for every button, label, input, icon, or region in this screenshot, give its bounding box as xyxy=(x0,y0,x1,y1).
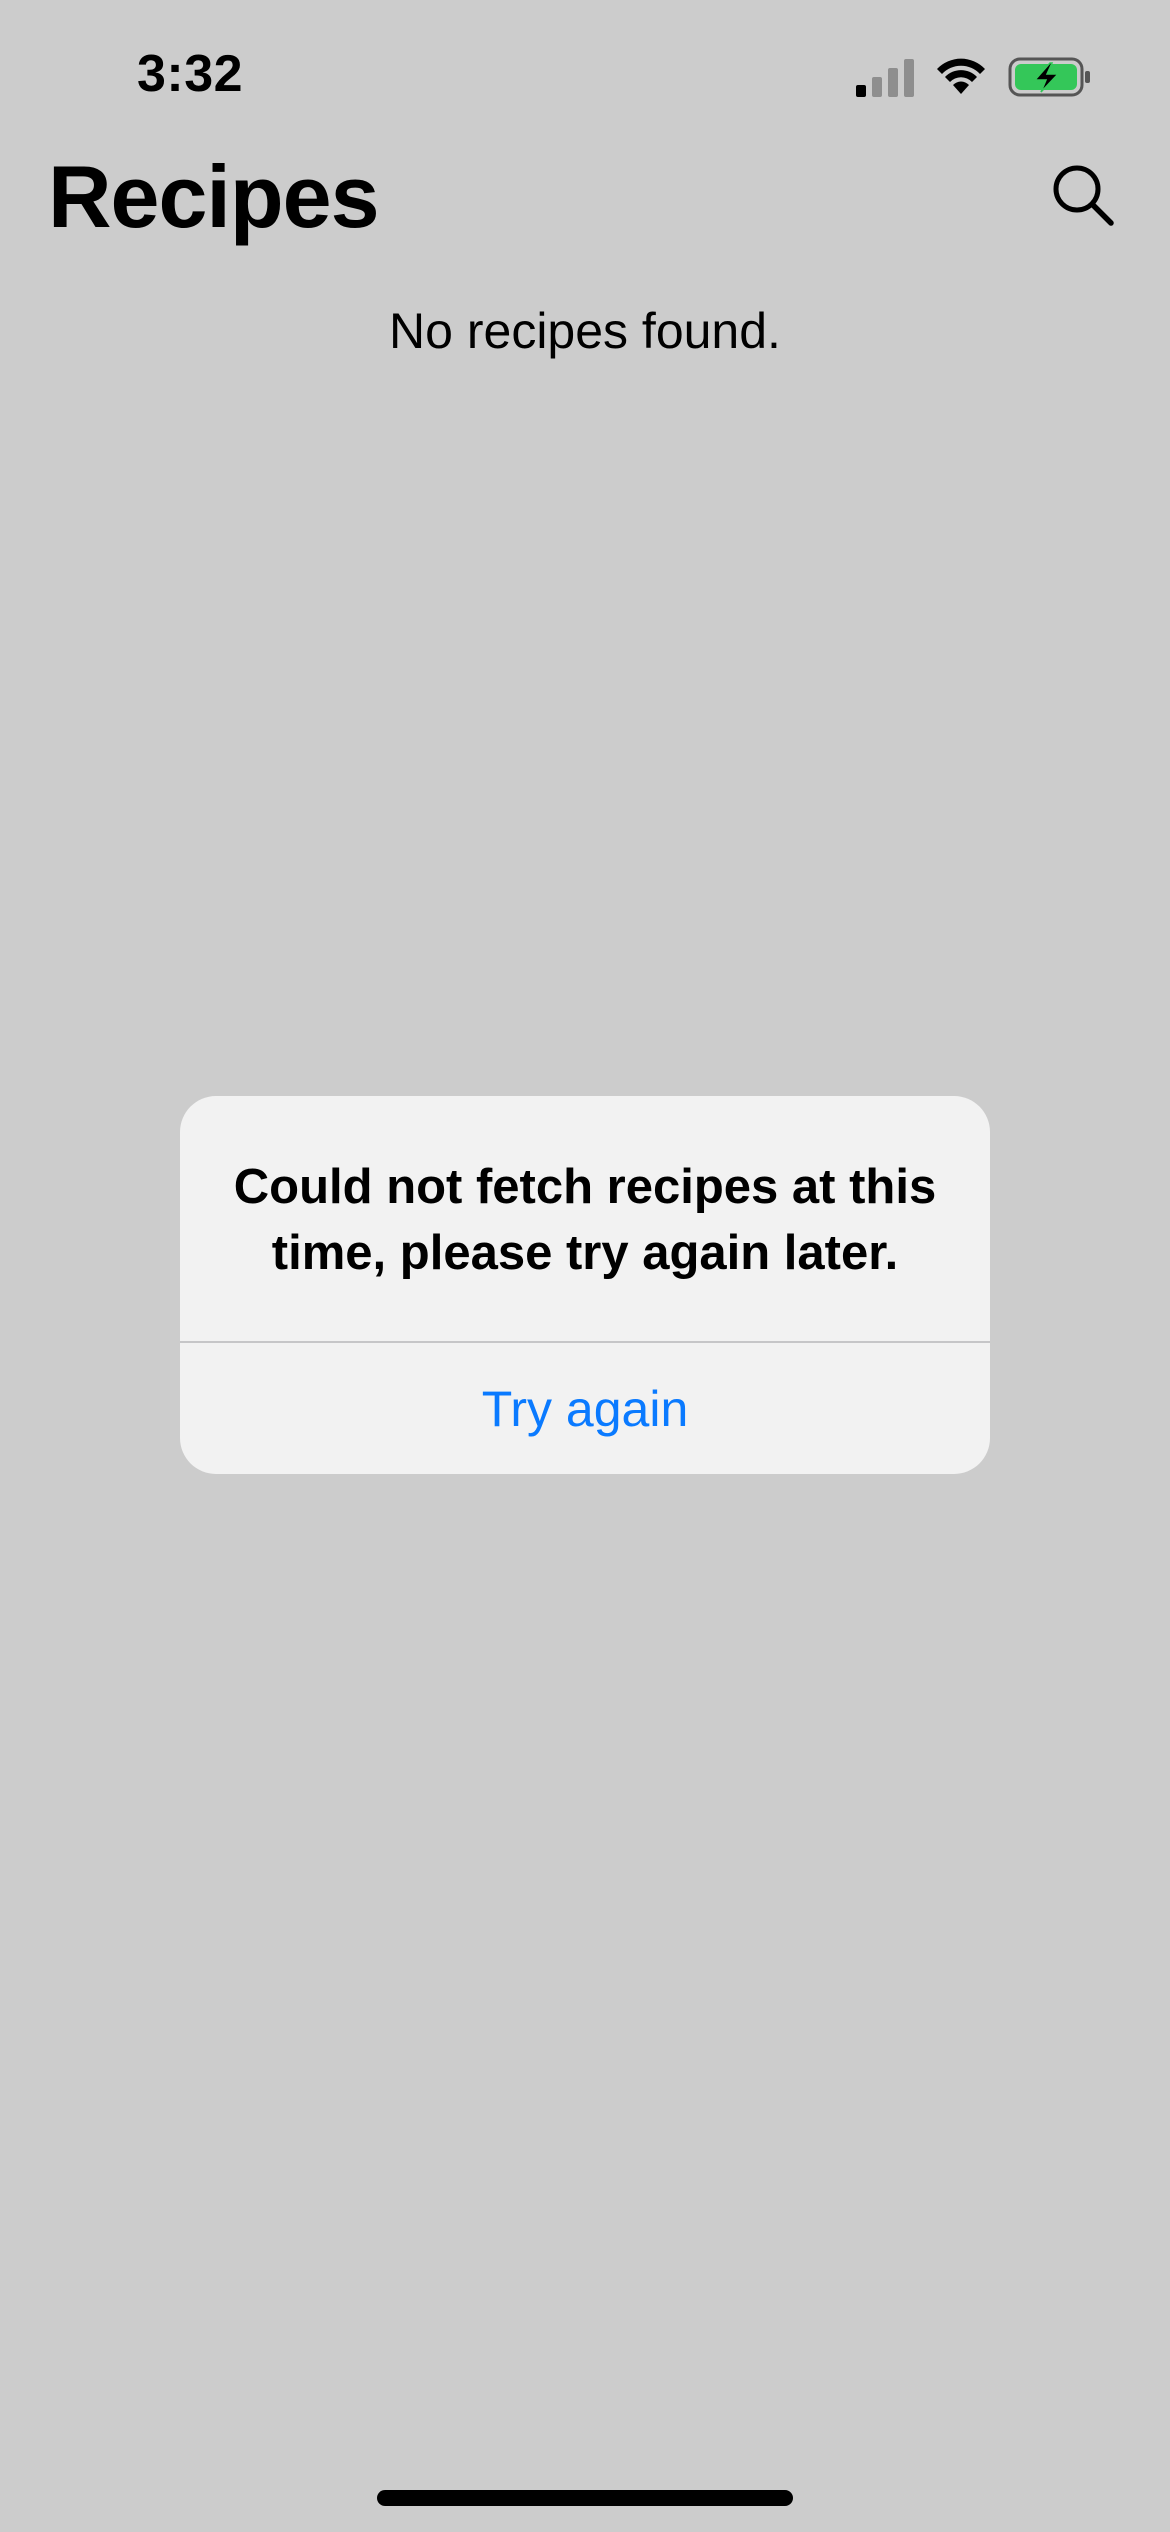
status-time: 3:32 xyxy=(137,45,244,103)
status-bar: 3:32 xyxy=(0,0,1170,150)
try-again-button[interactable]: Try again xyxy=(180,1343,990,1474)
wifi-icon xyxy=(937,58,985,94)
search-button[interactable] xyxy=(1048,160,1118,230)
home-indicator[interactable] xyxy=(377,2490,793,2506)
battery-charging-icon xyxy=(1008,57,1090,97)
page-title: Recipes xyxy=(48,147,380,246)
cellular-signal-icon xyxy=(856,59,914,97)
error-alert: Could not fetch recipes at this time, pl… xyxy=(180,1096,990,1474)
empty-state-message: No recipes found. xyxy=(389,303,781,359)
alert-message: Could not fetch recipes at this time, pl… xyxy=(233,1160,937,1280)
search-icon xyxy=(1053,165,1114,226)
